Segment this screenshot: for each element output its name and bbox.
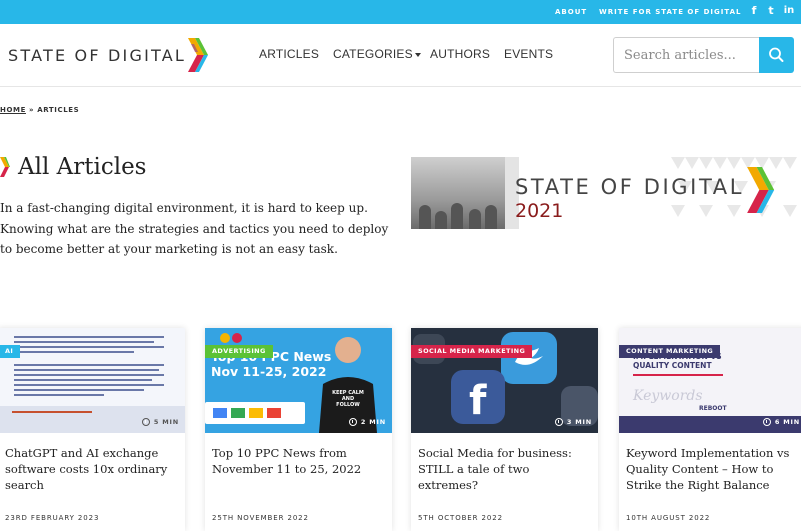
- article-card[interactable]: Top 10 PPC News Nov 11-25, 2022 KEEP CAL…: [205, 328, 392, 531]
- read-time-text: 6 MIN: [774, 418, 800, 426]
- read-time: 3 MIN: [554, 418, 592, 426]
- search-button[interactable]: [759, 37, 794, 73]
- article-date: 23RD FEBRUARY 2023: [5, 514, 100, 522]
- breadcrumb-home-link[interactable]: HOME: [0, 106, 26, 114]
- search-icon: [769, 47, 784, 62]
- article-thumbnail: AI 5 MIN: [0, 328, 185, 433]
- read-time-text: 2 MIN: [360, 418, 386, 426]
- nav-categories[interactable]: CATEGORIES: [333, 47, 421, 61]
- facebook-icon[interactable]: f: [747, 3, 761, 19]
- article-thumbnail: f SOCIAL MEDIA MARKETING 3 MIN: [411, 328, 598, 433]
- event-banner[interactable]: STATE OF DIGITAL 2021: [411, 157, 801, 229]
- category-tag[interactable]: SOCIAL MEDIA MARKETING: [411, 345, 533, 358]
- banner-photo: [411, 157, 505, 229]
- read-time: 6 MIN: [762, 418, 800, 426]
- category-tag[interactable]: AI: [0, 345, 21, 358]
- article-title[interactable]: Top 10 PPC News from November 11 to 25, …: [212, 446, 387, 478]
- article-card[interactable]: AI 5 MIN ChatGPT and AI exchange softwar…: [0, 328, 185, 531]
- top-bar: ABOUT WRITE FOR STATE OF DIGITAL f t in: [0, 0, 801, 24]
- write-for-us-link[interactable]: WRITE FOR STATE OF DIGITAL: [599, 8, 741, 16]
- nav-categories-label: CATEGORIES: [333, 47, 413, 61]
- breadcrumb: HOME » ARTICLES: [0, 106, 79, 114]
- logo-text: STATE OF DIGITAL: [8, 45, 186, 65]
- site-logo[interactable]: STATE OF DIGITAL: [8, 37, 210, 73]
- article-thumbnail: Top 10 PPC News Nov 11-25, 2022 KEEP CAL…: [205, 328, 392, 433]
- article-title[interactable]: ChatGPT and AI exchange software costs 1…: [5, 446, 180, 493]
- category-tag[interactable]: ADVERTISING: [205, 345, 273, 358]
- clock-icon: [141, 418, 150, 426]
- read-time: 2 MIN: [348, 418, 386, 426]
- article-date: 10TH AUGUST 2022: [626, 514, 711, 522]
- article-title[interactable]: Keyword Implementation vs Quality Conten…: [626, 446, 801, 493]
- banner-chevron-icon: [747, 167, 775, 213]
- article-card[interactable]: f SOCIAL MEDIA MARKETING 3 MIN Social Me…: [411, 328, 598, 531]
- breadcrumb-current: ARTICLES: [37, 106, 80, 114]
- article-date: 25TH NOVEMBER 2022: [212, 514, 309, 522]
- nav-events[interactable]: EVENTS: [504, 47, 553, 61]
- clock-icon: [762, 418, 771, 426]
- nav-articles[interactable]: ARTICLES: [259, 47, 319, 61]
- banner-year: 2021: [515, 200, 564, 222]
- site-header: STATE OF DIGITAL ARTICLES CATEGORIES AUT…: [0, 24, 801, 87]
- clock-icon: [348, 418, 357, 426]
- read-time-text: 3 MIN: [566, 418, 592, 426]
- page-title-row: All Articles: [0, 154, 147, 180]
- logo-chevron-icon: [188, 38, 208, 72]
- thumbnail-brand: REBOOT: [699, 405, 727, 412]
- banner-brand: STATE OF DIGITAL: [515, 175, 745, 199]
- nav-authors[interactable]: AUTHORS: [430, 47, 490, 61]
- title-chevron-icon: [0, 157, 10, 177]
- about-link[interactable]: ABOUT: [555, 8, 587, 16]
- chevron-down-icon: [414, 52, 421, 57]
- shirt-text: KEEP CALM AND FOLLOW: [332, 390, 364, 408]
- thumbnail-word: Keywords: [633, 388, 703, 404]
- breadcrumb-separator: »: [29, 106, 35, 114]
- page-title: All Articles: [18, 154, 147, 180]
- svg-text:f: f: [469, 378, 487, 424]
- page-intro: In a fast-changing digital environment, …: [0, 201, 389, 256]
- category-tag[interactable]: CONTENT MARKETING: [619, 345, 721, 358]
- twitter-icon[interactable]: t: [764, 3, 778, 19]
- read-time: 5 MIN: [141, 418, 179, 426]
- article-card[interactable]: IMPLEMENTATION VS QUALITY CONTENT Keywor…: [619, 328, 801, 531]
- thumbnail-dates: Nov 11-25, 2022: [211, 364, 327, 379]
- linkedin-icon[interactable]: in: [782, 3, 796, 19]
- article-title[interactable]: Social Media for business: STILL a tale …: [418, 446, 593, 493]
- search-input[interactable]: [613, 37, 759, 73]
- read-time-text: 5 MIN: [153, 418, 179, 426]
- clock-icon: [554, 418, 563, 426]
- article-date: 5TH OCTOBER 2022: [418, 514, 503, 522]
- article-thumbnail: IMPLEMENTATION VS QUALITY CONTENT Keywor…: [619, 328, 801, 433]
